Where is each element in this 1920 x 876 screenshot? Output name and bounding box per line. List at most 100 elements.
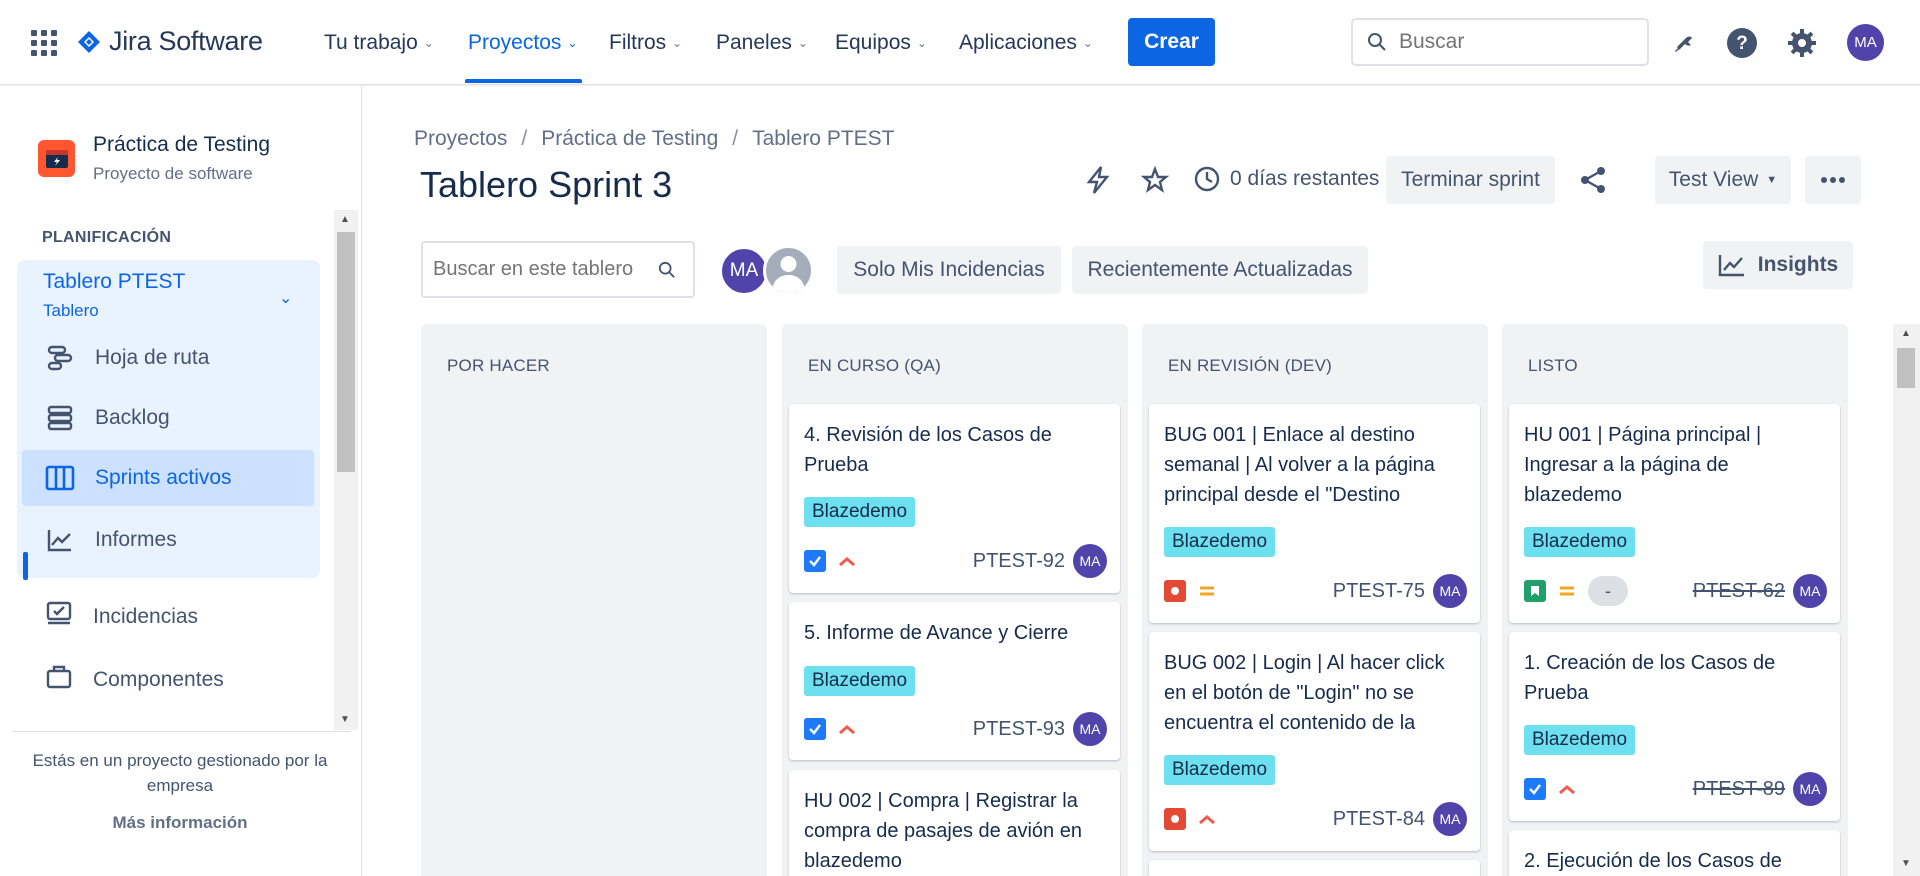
insights-icon	[1718, 255, 1744, 277]
board-column-in-progress: EN CURSO (QA) 4. Revisión de los Casos d…	[782, 324, 1128, 876]
issue-key[interactable]: PTEST-84	[1333, 808, 1425, 831]
insights-button[interactable]: Insights	[1703, 241, 1853, 289]
board-column-in-review: EN REVISIÓN (DEV) BUG 001 | Enlace al de…	[1142, 324, 1488, 876]
issue-key[interactable]: PTEST-93	[973, 718, 1065, 741]
sidebar-item-backlog[interactable]: Backlog	[17, 390, 320, 446]
issue-summary: 1. Creación de los Casos de Prueba	[1524, 652, 1776, 704]
sidebar-item-label: Backlog	[95, 406, 170, 429]
active-item-indicator	[23, 552, 28, 580]
view-settings-dropdown[interactable]: Test View ▼	[1655, 156, 1791, 204]
issue-summary: BUG 002 | Login | Al hacer click en el b…	[1164, 652, 1445, 734]
only-my-issues-filter[interactable]: Solo Mis Incidencias	[837, 246, 1061, 294]
board-title[interactable]: Tablero PTEST	[43, 270, 185, 294]
project-icon	[38, 140, 75, 177]
sidebar-item-components[interactable]: Componentes	[17, 652, 320, 708]
nav-teams[interactable]: Equipos ⌄	[835, 28, 927, 58]
search-icon	[1368, 33, 1386, 51]
assignee-avatar[interactable]: MA	[1793, 772, 1827, 806]
board-scrollbar[interactable]: ▲ ▼	[1893, 324, 1920, 876]
scroll-up-icon[interactable]: ▲	[340, 214, 350, 225]
recently-updated-filter[interactable]: Recientemente Actualizadas	[1072, 246, 1368, 294]
issue-card[interactable]: 4. Revisión de los Casos de Prueba Blaze…	[789, 404, 1120, 593]
issues-icon	[45, 600, 73, 634]
automation-icon[interactable]	[1080, 162, 1116, 198]
issue-card[interactable]: BUG 002 | Login | Al hacer click en el b…	[1149, 632, 1480, 851]
share-icon[interactable]	[1575, 162, 1611, 198]
board-search-input[interactable]	[433, 258, 658, 281]
insights-label: Insights	[1757, 253, 1839, 276]
jira-logo[interactable]: Jira Software	[77, 26, 263, 57]
project-type: Proyecto de software	[93, 164, 253, 183]
breadcrumb-item[interactable]: Tablero PTEST	[752, 127, 894, 151]
board-search[interactable]	[421, 241, 695, 298]
filter-avatar[interactable]: MA	[720, 247, 768, 295]
issue-card[interactable]: 1. Creación de los Casos de Prueba Blaze…	[1509, 632, 1840, 821]
sidebar-item-issues[interactable]: Incidencias	[17, 589, 320, 645]
scrollbar-thumb[interactable]	[1897, 348, 1915, 388]
assignee-avatar[interactable]: MA	[1073, 712, 1107, 746]
priority-high-icon	[1556, 778, 1578, 800]
sidebar-item-active-sprints[interactable]: Sprints activos	[22, 450, 314, 506]
assignee-avatar[interactable]: MA	[1433, 802, 1467, 836]
project-sidebar: Práctica de Testing Proyecto de software…	[0, 86, 362, 876]
more-info-link[interactable]: Más información	[20, 813, 340, 833]
search-icon	[658, 261, 675, 278]
nav-label: Paneles	[716, 31, 792, 54]
complete-sprint-button[interactable]: Terminar sprint	[1386, 156, 1555, 204]
nav-your-work[interactable]: Tu trabajo ⌄	[324, 28, 434, 58]
project-name[interactable]: Práctica de Testing	[93, 133, 270, 157]
issue-summary: BUG 001 | Enlace al destino semanal | Al…	[1164, 424, 1435, 506]
nav-apps[interactable]: Aplicaciones ⌄	[959, 28, 1093, 58]
issue-card[interactable]: 2. Ejecución de los Casos de	[1509, 830, 1840, 876]
nav-label: Equipos	[835, 31, 911, 54]
jira-diamond-icon	[78, 30, 100, 53]
assignee-avatar[interactable]: MA	[1793, 574, 1827, 608]
issue-key[interactable]: PTEST-62	[1693, 580, 1785, 603]
issue-key[interactable]: PTEST-89	[1693, 778, 1785, 801]
nav-dashboards[interactable]: Paneles ⌄	[716, 28, 808, 58]
nav-filters[interactable]: Filtros ⌄	[609, 28, 682, 58]
assignee-avatar[interactable]: MA	[1433, 574, 1467, 608]
sidebar-item-roadmap[interactable]: Hoja de ruta	[17, 330, 320, 386]
nav-label: Filtros	[609, 31, 667, 54]
breadcrumb-item[interactable]: Práctica de Testing	[541, 127, 718, 151]
active-nav-indicator	[465, 79, 582, 83]
user-avatar[interactable]: MA	[1847, 24, 1884, 61]
create-button[interactable]: Crear	[1128, 18, 1215, 66]
star-icon[interactable]	[1137, 162, 1173, 198]
top-navigation: Jira Software Tu trabajo ⌄ Proyectos ⌄ Fil…	[0, 0, 1920, 85]
search-input[interactable]	[1399, 30, 1619, 54]
scroll-down-icon[interactable]: ▼	[340, 714, 350, 725]
issue-card[interactable]: HU 001 | Página principal | Ingresar a l…	[1509, 404, 1840, 623]
sidebar-scrollbar[interactable]: ▲ ▼	[334, 210, 358, 730]
breadcrumb-item[interactable]: Proyectos	[414, 127, 507, 151]
brand-name: Jira Software	[109, 26, 263, 56]
issue-card[interactable]	[1149, 860, 1480, 876]
scrollbar-thumb[interactable]	[337, 232, 355, 472]
scroll-down-icon[interactable]: ▼	[1901, 858, 1911, 869]
settings-icon[interactable]	[1784, 25, 1820, 61]
notifications-icon[interactable]	[1665, 25, 1701, 61]
chevron-down-icon[interactable]: ⌄	[279, 288, 292, 308]
issue-summary: 4. Revisión de los Casos de Prueba	[804, 424, 1052, 476]
task-icon	[804, 550, 826, 572]
issue-key[interactable]: PTEST-75	[1333, 580, 1425, 603]
help-icon[interactable]: ?	[1724, 25, 1760, 61]
global-search[interactable]	[1351, 18, 1649, 66]
unassigned-avatar-icon[interactable]	[763, 245, 814, 296]
more-actions-button[interactable]	[1805, 156, 1861, 204]
app-switcher-icon[interactable]	[31, 30, 57, 56]
issue-summary: HU 001 | Página principal | Ingresar a l…	[1524, 424, 1762, 506]
issue-card[interactable]: HU 002 | Compra | Registrar la compra de…	[789, 770, 1120, 876]
assignee-avatar[interactable]: MA	[1073, 544, 1107, 578]
column-title: EN CURSO (QA)	[808, 356, 941, 375]
story-points-badge: -	[1588, 576, 1628, 606]
issue-key[interactable]: PTEST-92	[973, 550, 1065, 573]
issue-summary: 5. Informe de Avance y Cierre	[804, 622, 1069, 644]
issue-card[interactable]: 5. Informe de Avance y Cierre Blazedemo …	[789, 602, 1120, 760]
scroll-up-icon[interactable]: ▲	[1901, 328, 1911, 339]
sidebar-item-reports[interactable]: Informes	[17, 512, 320, 568]
sidebar-item-label: Hoja de ruta	[95, 346, 210, 369]
issue-card[interactable]: BUG 001 | Enlace al destino semanal | Al…	[1149, 404, 1480, 623]
nav-projects[interactable]: Proyectos ⌄	[468, 28, 577, 58]
